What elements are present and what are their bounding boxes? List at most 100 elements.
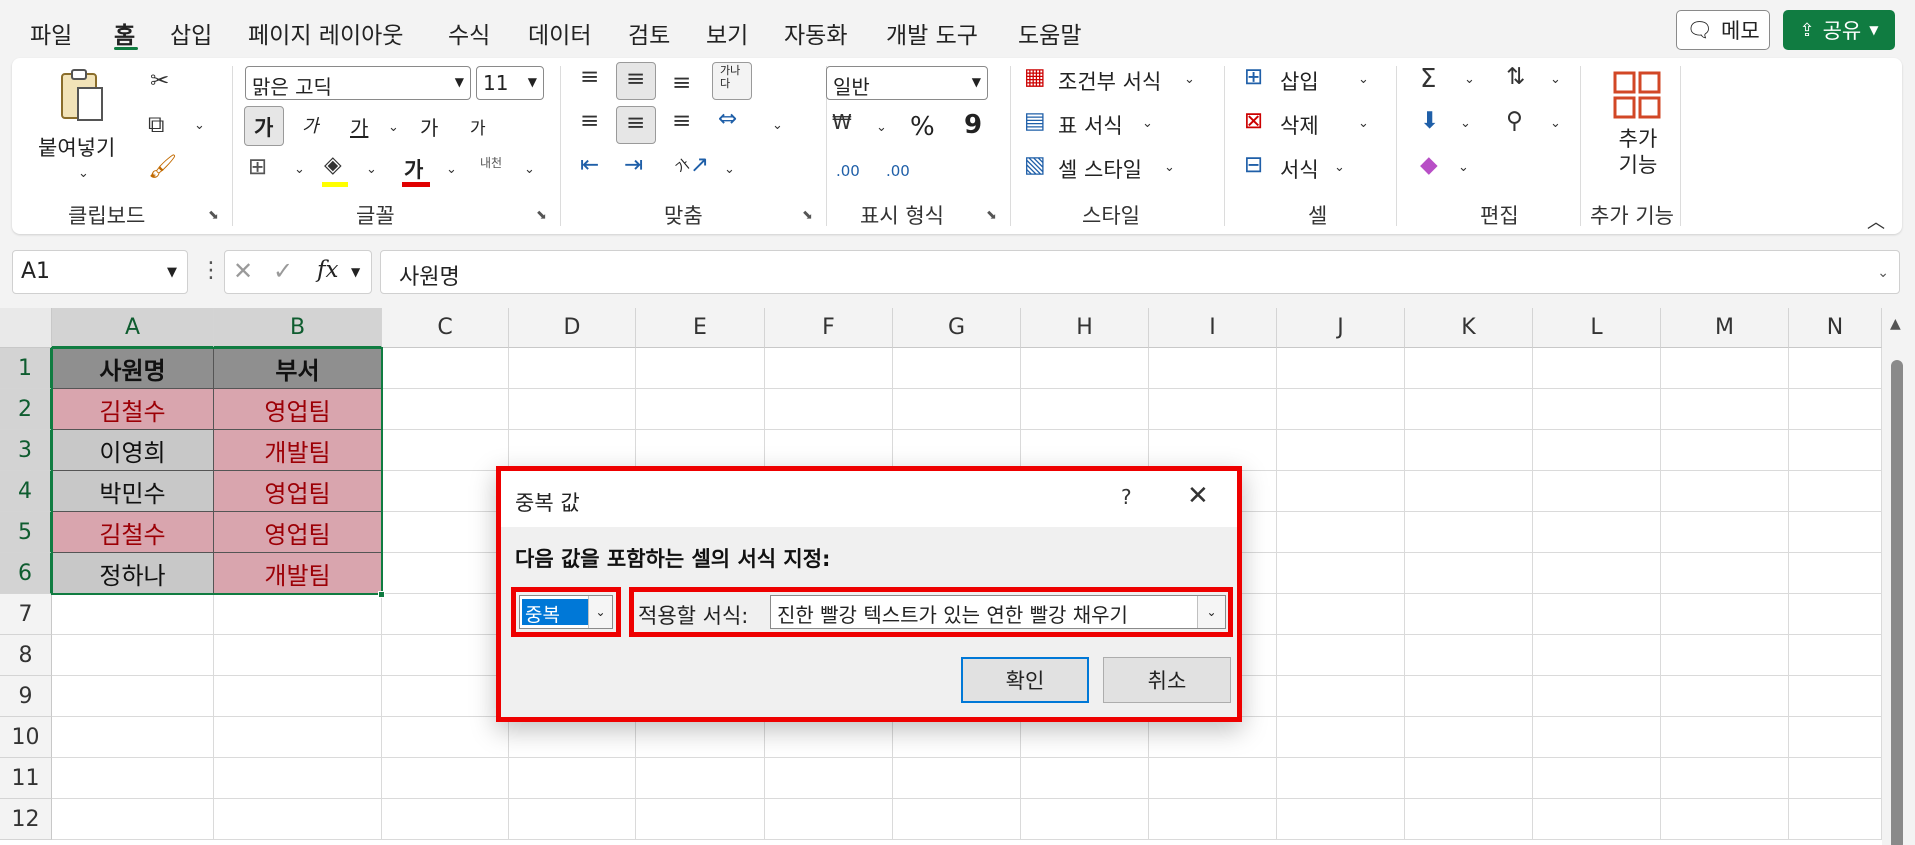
cell[interactable] [1149,430,1277,471]
enter-icon[interactable]: ✓ [273,257,293,285]
row-header-5[interactable]: 5 [0,512,52,553]
cell[interactable] [636,389,765,430]
delete-cells-button[interactable]: 삭제 [1280,110,1319,140]
cell[interactable] [1789,553,1882,594]
cell[interactable] [1405,758,1533,799]
cell[interactable] [1789,676,1882,717]
cell[interactable] [1149,799,1277,840]
cell[interactable] [1661,471,1789,512]
italic-button[interactable]: 가 [302,112,319,138]
conditional-format-icon[interactable]: ▦ [1024,66,1046,89]
vertical-scrollbar[interactable]: ▲ [1882,308,1915,845]
format-painter-icon[interactable]: 🖌 [148,156,177,179]
cell[interactable] [52,635,214,676]
comma-button[interactable]: 9 [964,110,982,140]
cell[interactable] [1405,512,1533,553]
fill-color-icon[interactable]: ◈ [324,154,342,177]
cell[interactable] [1789,594,1882,635]
cell[interactable] [214,758,382,799]
ok-button[interactable]: 확인 [961,657,1089,703]
cell[interactable] [382,389,509,430]
fill-icon[interactable]: ⬇ [1420,110,1439,133]
chevron-down-icon[interactable]: ⌄ [588,596,612,628]
cell[interactable] [1149,389,1277,430]
tab-file[interactable]: 파일 [30,16,72,50]
chevron-down-icon[interactable]: ⌄ [1550,72,1561,87]
column-header-h[interactable]: H [1021,308,1149,348]
expand-formula-icon[interactable]: ⌄ [1877,265,1889,281]
row-header-7[interactable]: 7 [0,594,52,635]
cell[interactable] [1277,676,1405,717]
row-header-1[interactable]: 1 [0,348,52,389]
cell[interactable] [765,348,893,389]
percent-button[interactable]: % [910,112,935,142]
cell[interactable] [636,799,765,840]
table-format-button[interactable]: 표 서식 [1058,110,1123,140]
cell[interactable] [214,676,382,717]
cell[interactable] [1533,676,1661,717]
cell[interactable] [1405,430,1533,471]
cell[interactable] [765,717,893,758]
row-header-3[interactable]: 3 [0,430,52,471]
cell[interactable] [1533,348,1661,389]
currency-icon[interactable]: ₩ [832,112,852,132]
find-icon[interactable]: ⚲ [1506,110,1523,133]
chevron-down-icon[interactable]: ⌄ [1358,116,1369,131]
row-header-9[interactable]: 9 [0,676,52,717]
tab-home[interactable]: 홈 [114,16,135,50]
cell[interactable] [636,758,765,799]
cell[interactable] [1789,758,1882,799]
column-header-c[interactable]: C [382,308,509,348]
chevron-down-icon[interactable]: ⌄ [366,162,377,177]
cell[interactable] [1277,594,1405,635]
cell[interactable] [1277,471,1405,512]
cell[interactable] [765,430,893,471]
cell[interactable] [1405,553,1533,594]
cell-style-icon[interactable]: ▧ [1024,154,1046,177]
dialog-launcher-icon[interactable]: ⬊ [802,208,813,223]
chevron-down-icon[interactable]: ⌄ [1142,116,1153,131]
column-header-a[interactable]: A [52,308,214,348]
chevron-down-icon[interactable]: ⌄ [1460,116,1471,131]
cell[interactable] [509,430,636,471]
chevron-down-icon[interactable]: ▼ [351,265,360,279]
cell[interactable] [1405,348,1533,389]
chevron-down-icon[interactable]: ⌄ [772,118,783,133]
cell[interactable] [382,553,509,594]
scroll-up-icon[interactable]: ▲ [1890,316,1901,332]
column-header-e[interactable]: E [636,308,765,348]
cell[interactable] [1405,635,1533,676]
cell[interactable] [1661,717,1789,758]
column-header-k[interactable]: K [1405,308,1533,348]
cell[interactable] [1277,553,1405,594]
cell[interactable] [382,717,509,758]
addins-icon[interactable] [1612,70,1662,120]
cell[interactable] [382,676,509,717]
cell[interactable] [1021,348,1149,389]
cell[interactable] [1661,635,1789,676]
phonetic-button[interactable]: 내천 [480,154,502,171]
cell[interactable] [1021,389,1149,430]
delete-cells-icon[interactable]: ⊠ [1244,110,1263,133]
format-cells-button[interactable]: 서식 [1280,154,1319,184]
cell[interactable] [1533,471,1661,512]
cell[interactable] [1021,799,1149,840]
cell[interactable] [1533,594,1661,635]
cell[interactable] [52,758,214,799]
formula-input[interactable]: 사원명 ⌄ [380,250,1900,294]
cell[interactable] [1533,430,1661,471]
cell[interactable] [382,430,509,471]
tab-formulas[interactable]: 수식 [448,16,490,50]
cell[interactable] [1661,553,1789,594]
table-format-icon[interactable]: ▤ [1024,110,1046,133]
cell[interactable] [1149,348,1277,389]
cell[interactable] [1021,717,1149,758]
column-header-b[interactable]: B [214,308,382,348]
tab-insert[interactable]: 삽입 [170,16,212,50]
cell[interactable] [1789,389,1882,430]
cell[interactable] [1405,471,1533,512]
cell[interactable] [382,799,509,840]
cell[interactable] [1789,471,1882,512]
align-bottom-icon[interactable]: ≡ [672,72,691,95]
tab-data[interactable]: 데이터 [528,16,591,50]
